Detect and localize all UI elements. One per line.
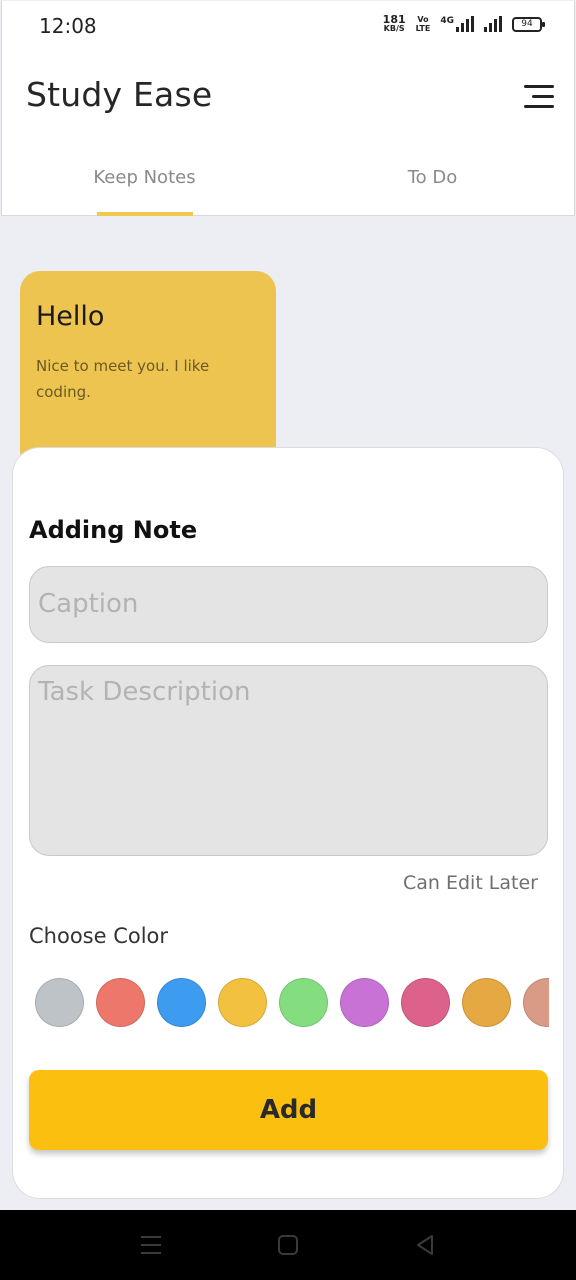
battery-icon: 94 bbox=[512, 16, 545, 32]
caption-input[interactable]: Caption bbox=[29, 566, 548, 643]
signal-4g-icon: 4G bbox=[440, 16, 474, 32]
net-speed-indicator: 181 KB/S bbox=[382, 13, 406, 33]
system-nav-bar bbox=[0, 1210, 576, 1280]
network-type: 4G bbox=[440, 16, 454, 26]
recents-icon[interactable] bbox=[138, 1232, 164, 1258]
color-swatch[interactable] bbox=[523, 978, 549, 1027]
add-note-sheet: Adding Note Caption Task Description Can… bbox=[12, 447, 564, 1199]
task-description-input[interactable]: Task Description bbox=[29, 665, 548, 856]
color-swatch[interactable] bbox=[218, 978, 267, 1027]
status-time: 12:08 bbox=[39, 14, 97, 38]
menu-icon[interactable] bbox=[520, 85, 554, 109]
battery-level: 94 bbox=[521, 19, 533, 29]
signal-icon bbox=[484, 16, 502, 32]
tab-to-do[interactable]: To Do bbox=[289, 161, 576, 216]
home-icon[interactable] bbox=[275, 1232, 301, 1258]
tab-keep-notes[interactable]: Keep Notes bbox=[2, 161, 287, 216]
sheet-title: Adding Note bbox=[29, 516, 198, 544]
net-speed-unit: KB/S bbox=[383, 24, 405, 33]
color-swatch[interactable] bbox=[96, 978, 145, 1027]
net-speed-value: 181 bbox=[382, 13, 406, 26]
volte-icon: Vo LTE bbox=[416, 15, 431, 33]
note-title: Hello bbox=[36, 301, 105, 332]
note-card[interactable]: Hello Nice to meet you. I like coding. bbox=[20, 271, 276, 471]
volte-bottom: LTE bbox=[415, 24, 431, 33]
volte-top: Vo bbox=[417, 15, 429, 24]
status-bar: 12:08 181 KB/S Vo LTE 4G 94 bbox=[2, 1, 576, 51]
edit-later-hint: Can Edit Later bbox=[402, 872, 538, 894]
app-title: Study Ease bbox=[26, 75, 213, 114]
add-button[interactable]: Add bbox=[29, 1070, 548, 1150]
color-swatch-list bbox=[29, 976, 549, 1030]
color-swatch[interactable] bbox=[279, 978, 328, 1027]
color-swatch[interactable] bbox=[340, 978, 389, 1027]
color-swatch[interactable] bbox=[401, 978, 450, 1027]
choose-color-label: Choose Color bbox=[29, 924, 169, 948]
caption-placeholder: Caption bbox=[38, 589, 139, 619]
task-description-placeholder: Task Description bbox=[38, 677, 251, 707]
color-swatch[interactable] bbox=[157, 978, 206, 1027]
note-body: Nice to meet you. I like coding. bbox=[36, 357, 210, 401]
color-swatch[interactable] bbox=[462, 978, 511, 1027]
app-bar: 12:08 181 KB/S Vo LTE 4G 94 Study Ease K… bbox=[1, 1, 575, 216]
tab-indicator bbox=[97, 212, 193, 216]
back-icon[interactable] bbox=[412, 1232, 438, 1258]
color-swatch[interactable] bbox=[35, 978, 84, 1027]
status-icons: 181 KB/S Vo LTE 4G 94 bbox=[382, 13, 545, 33]
